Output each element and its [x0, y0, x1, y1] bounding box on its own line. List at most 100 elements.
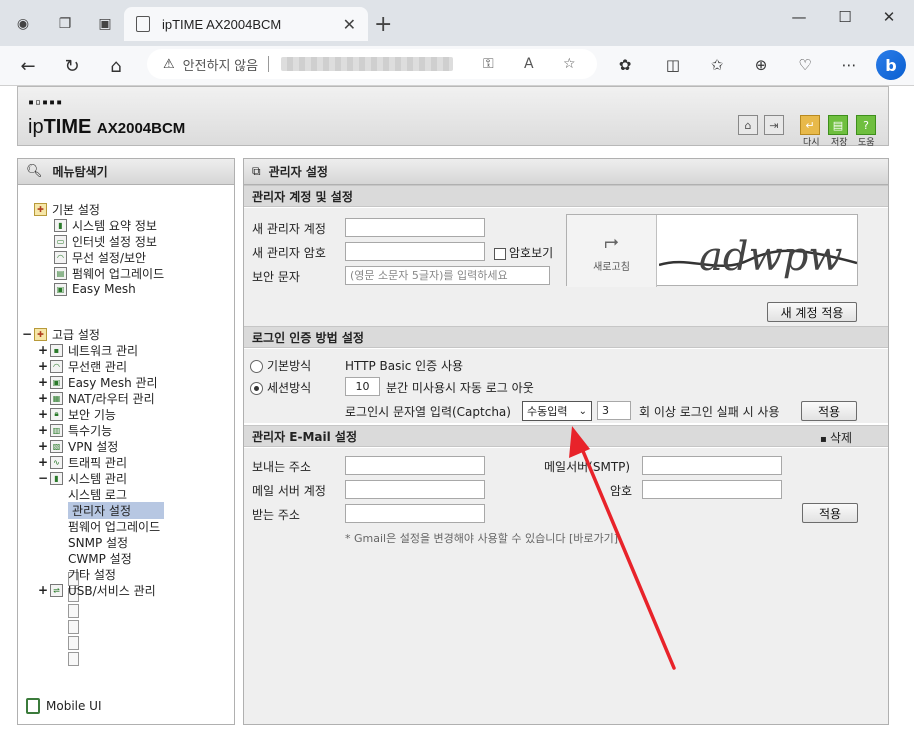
mobile-ui-link[interactable]: Mobile UI [26, 698, 102, 714]
minimize-icon[interactable]: — [784, 8, 814, 26]
email-section-header: 관리자 E-Mail 설정 ▪ 삭제 [244, 425, 888, 447]
smtp-input[interactable] [642, 456, 782, 475]
restart-icon[interactable]: ↵ [800, 115, 820, 135]
tree-basic-settings[interactable]: ✚ 기본 설정 [34, 201, 100, 217]
tree-advanced-settings[interactable]: − ✚ 고급 설정 [22, 326, 100, 342]
tree-item[interactable]: ▣ Easy Mesh [54, 281, 136, 297]
tree-label: 무선랜 관리 [68, 359, 128, 374]
mail-account-label: 메일 서버 계정 [252, 484, 326, 498]
session-auth-radio[interactable]: 세션방식 [250, 379, 311, 396]
expand-icon[interactable]: + [38, 375, 50, 389]
monitor-icon: ▭ [54, 234, 67, 248]
captcha-mode-select[interactable]: 수동입력 ⌄ [522, 401, 592, 421]
mobile-ui-label: Mobile UI [46, 699, 102, 713]
workspaces-icon[interactable]: ❐ [54, 13, 76, 35]
expand-icon[interactable]: + [38, 439, 50, 453]
apply-email-button[interactable]: 적용 [802, 503, 858, 523]
collections-icon[interactable]: ⊕ [750, 56, 772, 74]
apply-account-button[interactable]: 새 계정 적용 [767, 302, 857, 322]
performance-icon[interactable]: ♡ [794, 56, 816, 74]
show-pw-checkbox[interactable]: 암호보기 [494, 244, 553, 261]
mail-password-input[interactable] [642, 480, 782, 499]
refresh-label: 새로고침 [593, 262, 630, 273]
tab-actions-icon[interactable]: ▣ [94, 13, 116, 35]
logo-ip: ip [28, 116, 44, 138]
fail-count-input[interactable]: 3 [597, 401, 631, 420]
expand-icon[interactable]: + [38, 407, 50, 421]
back-icon[interactable]: ← [14, 52, 42, 80]
session-desc: 분간 미사용시 자동 로그 아웃 [386, 381, 534, 395]
tree-subitem[interactable]: SNMP 설정 [68, 534, 128, 634]
more-menu-icon[interactable]: ⋯ [838, 56, 860, 74]
favorite-star-icon[interactable]: ☆ [563, 56, 576, 72]
menu-explorer-header: 🔍︎ 메뉴탐색기 [18, 159, 234, 185]
tree-item[interactable]: + ◠ 무선랜 관리 [38, 358, 127, 374]
tree-item[interactable]: + ▥ 특수기능 [38, 422, 112, 438]
tree-item[interactable]: ▤ 펌웨어 업그레이드 [54, 265, 164, 281]
tree-item[interactable]: ◠ 무선 설정/보안 [54, 249, 146, 265]
save-icon[interactable]: ▤ [828, 115, 848, 135]
expand-icon[interactable]: + [38, 359, 50, 373]
collapse-icon[interactable]: − [38, 471, 50, 485]
tree-item[interactable]: ▭ 인터넷 설정 정보 [54, 233, 157, 249]
basic-auth-desc: HTTP Basic 인증 사용 [345, 359, 464, 373]
page-icon [68, 636, 79, 650]
reload-icon[interactable]: ↻ [58, 52, 86, 80]
tree-label: 네트워크 관리 [68, 343, 139, 358]
tree-subitem[interactable]: 펌웨어 업그레이드 [68, 518, 160, 618]
collapse-icon[interactable]: − [22, 327, 34, 341]
tree-item[interactable]: + ▧ VPN 설정 [38, 438, 118, 454]
apply-login-button[interactable]: 적용 [801, 401, 857, 421]
captcha-refresh-button[interactable]: ⮣ 새로고침 [567, 215, 657, 287]
tree-item[interactable]: + ▦ NAT/라우터 관리 [38, 390, 155, 406]
copilot-icon[interactable]: b [876, 50, 906, 80]
tab-close-icon[interactable]: ✕ [343, 15, 356, 34]
favorites-icon[interactable]: ✩ [706, 56, 728, 74]
tree-item[interactable]: + ⇌ USB/서비스 관리 [38, 582, 156, 598]
help-icon[interactable]: ? [856, 115, 876, 135]
security-status: 안전하지 않음 [182, 57, 259, 73]
browser-tab[interactable]: ipTIME AX2004BCM ✕ [124, 7, 368, 41]
tree-subitem[interactable]: 시스템 로그 [68, 486, 127, 586]
expand-icon[interactable]: + [38, 343, 50, 357]
tree-subitem[interactable]: 기타 설정 [68, 566, 116, 666]
expand-icon[interactable]: + [38, 583, 50, 597]
tree-subitem-selected[interactable]: 관리자 설정 [68, 501, 164, 602]
window-close-icon[interactable]: ✕ [874, 8, 904, 26]
page-icon [68, 620, 79, 634]
captcha-input[interactable]: (영문 소문자 5글자)를 입력하세요 [345, 266, 550, 285]
logout-icon[interactable]: ⇥ [764, 115, 784, 135]
tree-item[interactable]: + ∿ 트래픽 관리 [38, 454, 127, 470]
sender-input[interactable] [345, 456, 485, 475]
home-icon[interactable]: ⌂ [102, 52, 130, 80]
basic-auth-radio[interactable]: 기본방식 [250, 357, 311, 374]
new-id-input[interactable] [345, 218, 485, 237]
home-button-icon[interactable]: ⌂ [738, 115, 758, 135]
mail-account-input[interactable] [345, 480, 485, 499]
tree-label: 특수기능 [68, 423, 113, 438]
extensions-icon[interactable]: ✿ [614, 56, 636, 74]
profile-icon[interactable]: ◉ [12, 13, 34, 35]
maximize-icon[interactable]: ☐ [830, 8, 860, 26]
new-tab-icon[interactable]: + [374, 12, 392, 37]
tree-subitem[interactable]: CWMP 설정 [68, 550, 132, 650]
new-id-label: 새 관리자 계정 [252, 222, 326, 236]
read-aloud-icon[interactable]: A [524, 56, 534, 72]
receiver-input[interactable] [345, 504, 485, 523]
expand-icon[interactable]: + [38, 423, 50, 437]
menu-explorer: 🔍︎ 메뉴탐색기 ✚ 기본 설정 ▮ 시스템 요약 정보 ▭ 인터넷 설정 정보 ◠… [17, 158, 235, 725]
tree-item[interactable]: + ▣ Easy Mesh 관리 [38, 374, 158, 390]
session-minutes-input[interactable]: 10 [345, 377, 380, 396]
tree-item[interactable]: + ▪ 네트워크 관리 [38, 342, 138, 358]
panel-header: ⧉ 관리자 설정 [244, 159, 888, 185]
delete-email-link[interactable]: ▪ 삭제 [820, 429, 852, 446]
tree-item-system[interactable]: − ▮ 시스템 관리 [38, 470, 127, 486]
expand-icon[interactable]: + [38, 455, 50, 469]
expand-icon[interactable]: + [38, 391, 50, 405]
new-pw-input[interactable] [345, 242, 485, 261]
tree-item[interactable]: ▮ 시스템 요약 정보 [54, 217, 157, 233]
key-icon[interactable]: ⚿ [483, 56, 494, 72]
split-screen-icon[interactable]: ◫ [662, 56, 684, 74]
tree-item[interactable]: + 🔒︎ 보안 기능 [38, 406, 116, 422]
tree-label: 인터넷 설정 정보 [72, 234, 157, 249]
